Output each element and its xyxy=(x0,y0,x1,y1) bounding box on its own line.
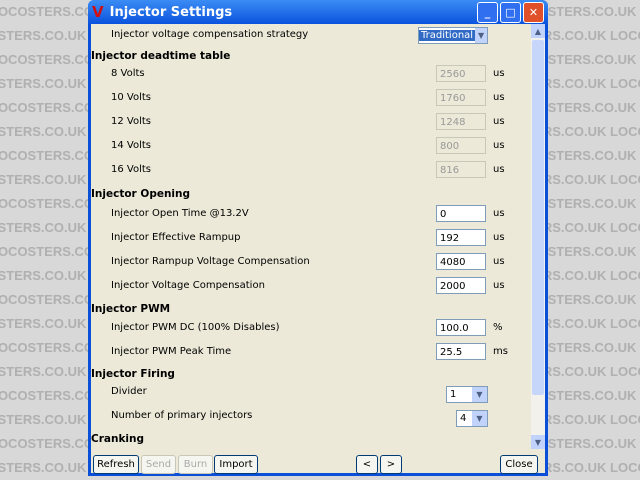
primary-injectors-value: 4 xyxy=(460,413,467,424)
scroll-up-icon[interactable]: ▲ xyxy=(531,24,545,38)
maximize-button[interactable]: □ xyxy=(500,1,521,23)
strategy-select[interactable]: Traditional ▼ xyxy=(418,27,488,44)
scroll-thumb[interactable] xyxy=(532,40,544,395)
close-button[interactable]: Close xyxy=(500,455,538,474)
pwm-label: Injector PWM DC (100% Disables) xyxy=(111,321,280,333)
divider-label: Divider xyxy=(111,385,147,397)
deadtime-heading: Injector deadtime table xyxy=(91,50,231,62)
deadtime-input[interactable]: 2560 xyxy=(436,65,486,82)
previous-button[interactable]: < xyxy=(356,455,378,474)
deadtime-unit: us xyxy=(493,92,505,103)
deadtime-label: 14 Volts xyxy=(111,139,151,151)
opening-input[interactable]: 4080 xyxy=(436,253,486,270)
deadtime-unit: us xyxy=(493,68,505,79)
deadtime-unit: us xyxy=(493,164,505,175)
deadtime-input[interactable]: 800 xyxy=(436,137,486,154)
deadtime-input[interactable]: 1760 xyxy=(436,89,486,106)
strategy-value: Traditional xyxy=(419,30,476,41)
chevron-down-icon: ▼ xyxy=(475,28,487,43)
opening-input[interactable]: 2000 xyxy=(436,277,486,294)
pwm-unit: ms xyxy=(493,346,508,357)
opening-label: Injector Rampup Voltage Compensation xyxy=(111,255,310,267)
divider-select[interactable]: 1 ▼ xyxy=(446,386,488,403)
title-bar: V Injector Settings _ □ ✕ xyxy=(88,0,548,24)
window-title: Injector Settings xyxy=(109,4,233,20)
pwm-input[interactable]: 100.0 xyxy=(436,319,486,336)
opening-input[interactable]: 0 xyxy=(436,205,486,222)
import-button[interactable]: Import xyxy=(214,455,258,474)
app-logo-icon: V xyxy=(92,3,104,21)
pwm-heading: Injector PWM xyxy=(91,303,171,315)
cranking-heading: Cranking xyxy=(91,433,145,445)
burn-button[interactable]: Burn xyxy=(178,455,213,474)
opening-unit: us xyxy=(493,256,505,267)
chevron-down-icon: ▼ xyxy=(472,411,487,426)
deadtime-unit: us xyxy=(493,116,505,127)
deadtime-input[interactable]: 1248 xyxy=(436,113,486,130)
minimize-button[interactable]: _ xyxy=(477,1,498,23)
next-button[interactable]: > xyxy=(380,455,402,474)
deadtime-unit: us xyxy=(493,140,505,151)
deadtime-label: 12 Volts xyxy=(111,115,151,127)
opening-input[interactable]: 192 xyxy=(436,229,486,246)
deadtime-label: 16 Volts xyxy=(111,163,151,175)
deadtime-label: 10 Volts xyxy=(111,91,151,103)
scroll-down-icon[interactable]: ▼ xyxy=(531,435,545,449)
close-window-button[interactable]: ✕ xyxy=(523,1,544,23)
primary-injectors-select[interactable]: 4 ▼ xyxy=(456,410,488,427)
opening-label: Injector Effective Rampup xyxy=(111,231,241,243)
strategy-label: Injector voltage compensation strategy xyxy=(111,28,309,40)
deadtime-label: 8 Volts xyxy=(111,67,145,79)
send-button[interactable]: Send xyxy=(141,455,176,474)
opening-label: Injector Voltage Compensation xyxy=(111,279,265,291)
primary-injectors-label: Number of primary injectors xyxy=(111,409,253,421)
refresh-button[interactable]: Refresh xyxy=(93,455,139,474)
pwm-input[interactable]: 25.5 xyxy=(436,343,486,360)
opening-unit: us xyxy=(493,232,505,243)
vertical-scrollbar[interactable]: ▲ ▼ xyxy=(531,24,545,449)
pwm-unit: % xyxy=(493,322,503,333)
chevron-down-icon: ▼ xyxy=(472,387,487,402)
opening-heading: Injector Opening xyxy=(91,188,191,200)
settings-panel: Injector voltage compensation strategy T… xyxy=(91,24,545,474)
divider-value: 1 xyxy=(450,389,457,400)
pwm-label: Injector PWM Peak Time xyxy=(111,345,232,357)
opening-unit: us xyxy=(493,280,505,291)
injector-settings-window: V Injector Settings _ □ ✕ Injector volta… xyxy=(88,0,548,476)
deadtime-input[interactable]: 816 xyxy=(436,161,486,178)
opening-label: Injector Open Time @13.2V xyxy=(111,207,249,219)
opening-unit: us xyxy=(493,208,505,219)
firing-heading: Injector Firing xyxy=(91,368,175,380)
